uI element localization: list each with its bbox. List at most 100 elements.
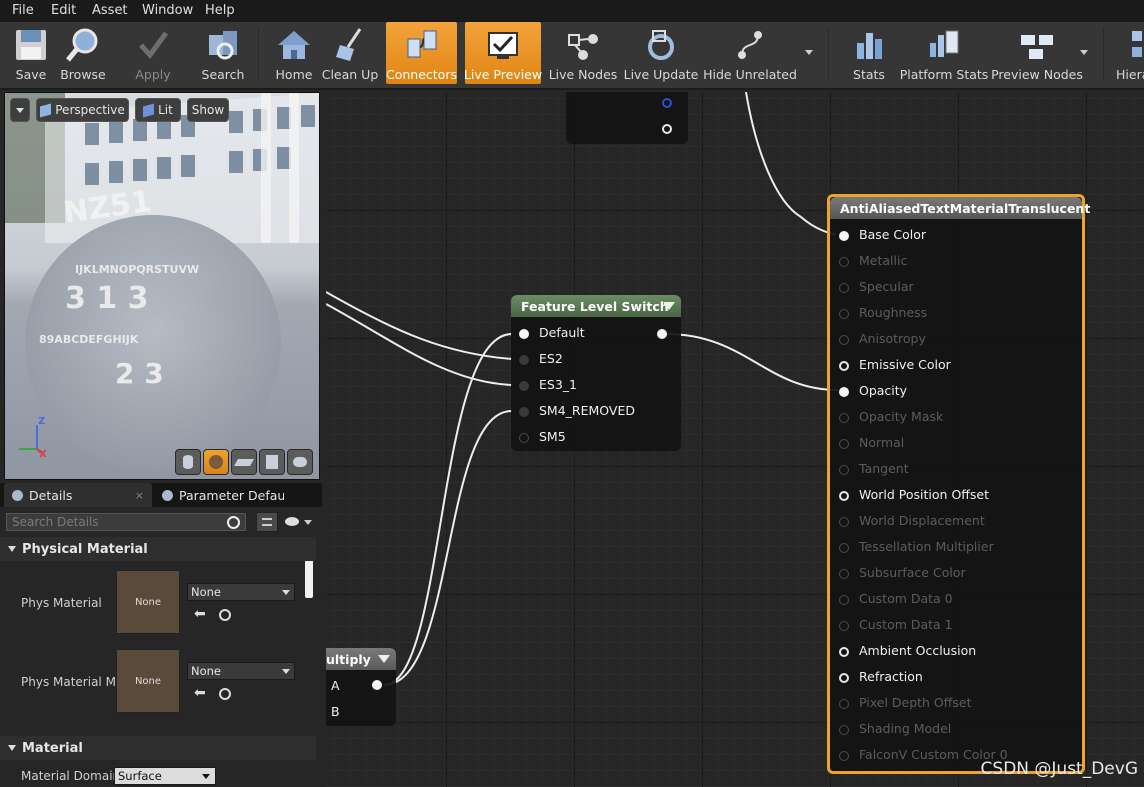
use-selected-arrow-icon[interactable]: ⬅	[194, 685, 206, 701]
cleanup-button[interactable]: Clean Up	[322, 22, 378, 84]
feature-level-switch-node[interactable]: Feature Level Switch Default ES2 ES3_1 S…	[511, 295, 681, 451]
home-button[interactable]: Home	[272, 22, 316, 84]
eye-visibility-button[interactable]	[284, 515, 314, 529]
result-pin-label: Opacity Mask	[859, 409, 944, 424]
collapse-chevron-icon[interactable]	[378, 655, 390, 663]
viewport-options-button[interactable]	[10, 98, 30, 122]
fls-output-pin[interactable]	[657, 329, 667, 339]
phys-material-mask-combo[interactable]: None	[187, 662, 295, 680]
fls-sm5-pin[interactable]	[519, 433, 529, 443]
result-pin[interactable]	[839, 361, 849, 371]
live-preview-button[interactable]: Live Preview	[464, 22, 542, 84]
preview-nodes-dropdown-icon[interactable]	[1080, 50, 1088, 55]
result-pin[interactable]	[839, 465, 849, 475]
perspective-button[interactable]: Perspective	[36, 98, 129, 122]
platform-stats-button[interactable]: Platform Stats	[900, 22, 988, 84]
phys-material-combo[interactable]: None	[187, 583, 295, 601]
result-pin[interactable]	[839, 387, 849, 397]
material-domain-combo[interactable]: Surface	[114, 767, 216, 785]
hierarchy-button[interactable]: Hiera	[1116, 22, 1144, 84]
result-pin[interactable]	[839, 647, 849, 657]
preview-viewport[interactable]: NZ51 3 1 3 2 3 89ABCDEFGHIJK IJKLMNOPQRS…	[4, 92, 320, 480]
material-result-header[interactable]: AntiAliasedTextMaterialTranslucent	[830, 197, 1090, 219]
fls-default-pin[interactable]	[519, 329, 529, 339]
search-details-input[interactable]: Search Details	[6, 513, 246, 531]
menu-asset[interactable]: Asset	[92, 3, 128, 18]
fls-es2-pin[interactable]	[519, 355, 529, 365]
result-pin[interactable]	[839, 439, 849, 449]
output-pin[interactable]	[662, 124, 672, 134]
search-button[interactable]: Search	[200, 22, 246, 84]
fls-es3-1-pin[interactable]	[519, 381, 529, 391]
home-icon	[278, 31, 310, 59]
offscreen-node[interactable]	[566, 92, 688, 144]
close-tab-icon[interactable]: ×	[135, 489, 144, 502]
menu-file[interactable]: File	[12, 3, 34, 18]
use-selected-arrow-icon[interactable]: ⬅	[194, 606, 206, 622]
result-pin[interactable]	[839, 699, 849, 709]
view-options-button[interactable]	[256, 512, 278, 532]
result-pin[interactable]	[839, 309, 849, 319]
browse-asset-search-icon[interactable]	[219, 688, 231, 700]
result-pin[interactable]	[839, 335, 849, 345]
teapot-icon	[293, 457, 307, 467]
browse-asset-search-icon[interactable]	[219, 609, 231, 621]
result-pin[interactable]	[839, 491, 849, 501]
result-pin[interactable]	[839, 751, 849, 761]
result-pin[interactable]	[839, 413, 849, 423]
material-section[interactable]: Material	[0, 736, 316, 760]
menu-window[interactable]: Window	[142, 3, 193, 18]
preview-nodes-icon	[1021, 35, 1053, 59]
result-pin[interactable]	[839, 725, 849, 735]
result-pin[interactable]	[839, 257, 849, 267]
result-pin[interactable]	[839, 543, 849, 553]
preview-sphere-button[interactable]	[203, 449, 229, 475]
toolbar-separator	[258, 28, 259, 80]
material-result-node[interactable]: AntiAliasedTextMaterialTranslucent Base …	[827, 194, 1090, 774]
multiply-node[interactable]: ultiply A B	[326, 648, 396, 726]
live-nodes-button[interactable]: Live Nodes	[549, 22, 617, 84]
preview-mesh-button[interactable]	[287, 449, 313, 475]
axis-x-label: X	[39, 449, 47, 460]
preview-cylinder-button[interactable]	[175, 449, 201, 475]
output-pin[interactable]	[662, 98, 672, 108]
stats-button[interactable]: Stats	[846, 22, 892, 84]
show-button[interactable]: Show	[187, 98, 229, 122]
physical-material-section[interactable]: Physical Material	[0, 537, 316, 561]
menu-edit[interactable]: Edit	[51, 3, 76, 18]
result-pin[interactable]	[839, 231, 849, 241]
material-graph[interactable]: Feature Level Switch Default ES2 ES3_1 S…	[326, 92, 1144, 787]
result-pin[interactable]	[839, 517, 849, 527]
lit-button[interactable]: Lit	[135, 98, 181, 122]
preview-plane-button[interactable]	[231, 449, 257, 475]
multiply-output-pin[interactable]	[372, 680, 382, 690]
result-pin-label: Pixel Depth Offset	[859, 695, 972, 710]
save-button[interactable]: Save	[8, 22, 54, 84]
magnifier-icon	[66, 28, 98, 62]
multiply-header[interactable]: ultiply	[326, 648, 396, 670]
tab-details[interactable]: Details ×	[4, 483, 152, 507]
collapse-chevron-icon[interactable]	[663, 302, 675, 310]
apply-button[interactable]: Apply	[130, 22, 176, 84]
phys-material-thumbnail[interactable]: None	[116, 570, 180, 634]
feature-level-switch-header[interactable]: Feature Level Switch	[511, 295, 681, 317]
result-pin[interactable]	[839, 673, 849, 683]
hide-unrelated-dropdown-icon[interactable]	[805, 50, 813, 55]
result-pin[interactable]	[839, 283, 849, 293]
hide-unrelated-button[interactable]: Hide Unrelated	[703, 22, 797, 84]
live-update-button[interactable]: Live Update	[624, 22, 698, 84]
fls-sm4-pin[interactable]	[519, 407, 529, 417]
eye-icon	[285, 517, 299, 526]
result-pin-label: Shading Model	[859, 721, 952, 736]
result-pin[interactable]	[839, 595, 849, 605]
connectors-button[interactable]: Connectors	[386, 22, 457, 84]
tab-parameter-defaults[interactable]: Parameter Defaults	[156, 483, 284, 507]
browse-button[interactable]: Browse	[60, 22, 106, 84]
result-pin[interactable]	[839, 569, 849, 579]
menu-help[interactable]: Help	[205, 3, 235, 18]
phys-material-mask-thumbnail[interactable]: None	[116, 649, 180, 713]
result-pin-label: Refraction	[859, 669, 923, 684]
preview-cube-button[interactable]	[259, 449, 285, 475]
result-pin[interactable]	[839, 621, 849, 631]
preview-nodes-button[interactable]: Preview Nodes	[991, 22, 1083, 84]
